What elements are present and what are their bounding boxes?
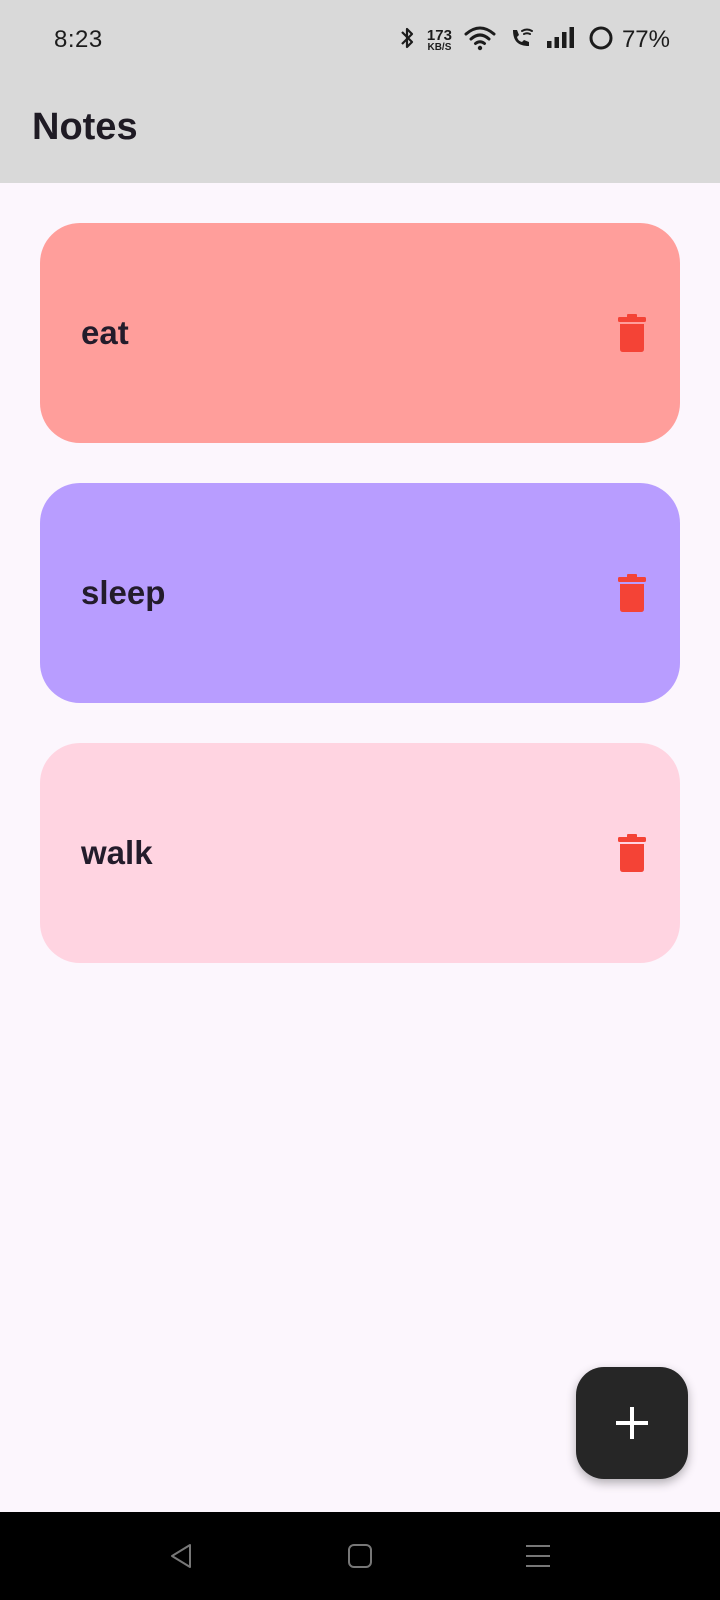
plus-icon (616, 1407, 648, 1439)
app-bar: Notes (0, 82, 720, 183)
recents-icon (526, 1545, 550, 1567)
bluetooth-icon (399, 25, 415, 56)
trash-icon (618, 574, 646, 612)
wifi-calling-icon (508, 25, 534, 56)
notes-list: eat sleep walk (40, 223, 680, 1003)
signal-icon (546, 26, 576, 54)
screen: 8:23 173 KB/S 77% Notes eat sleep walk (0, 0, 720, 1600)
battery-ring-icon (588, 25, 614, 56)
recents-button[interactable] (516, 1534, 560, 1578)
status-bar: 8:23 173 KB/S 77% (0, 0, 720, 82)
net-speed-unit: KB/S (427, 41, 452, 53)
back-icon (171, 1544, 191, 1568)
back-button[interactable] (160, 1534, 204, 1578)
note-text: eat (81, 314, 129, 351)
battery-percentage: 77% (621, 26, 670, 53)
note-card[interactable]: eat (40, 223, 680, 443)
wifi-icon (464, 25, 496, 56)
trash-icon (618, 314, 646, 352)
note-text: sleep (81, 574, 166, 611)
navigation-bar (0, 1512, 720, 1600)
page-title: Notes (32, 106, 138, 148)
delete-button[interactable] (608, 829, 656, 877)
status-time: 8:23 (54, 26, 103, 53)
note-card[interactable]: walk (40, 743, 680, 963)
delete-button[interactable] (608, 309, 656, 357)
home-button[interactable] (338, 1534, 382, 1578)
delete-button[interactable] (608, 569, 656, 617)
note-text: walk (81, 834, 153, 871)
note-card[interactable]: sleep (40, 483, 680, 703)
status-icons: 173 KB/S 77% (399, 22, 670, 58)
net-speed: 173 KB/S (427, 28, 452, 53)
net-speed-value: 173 (426, 26, 452, 44)
add-note-button[interactable] (576, 1367, 688, 1479)
trash-icon (618, 834, 646, 872)
home-icon (348, 1544, 372, 1568)
